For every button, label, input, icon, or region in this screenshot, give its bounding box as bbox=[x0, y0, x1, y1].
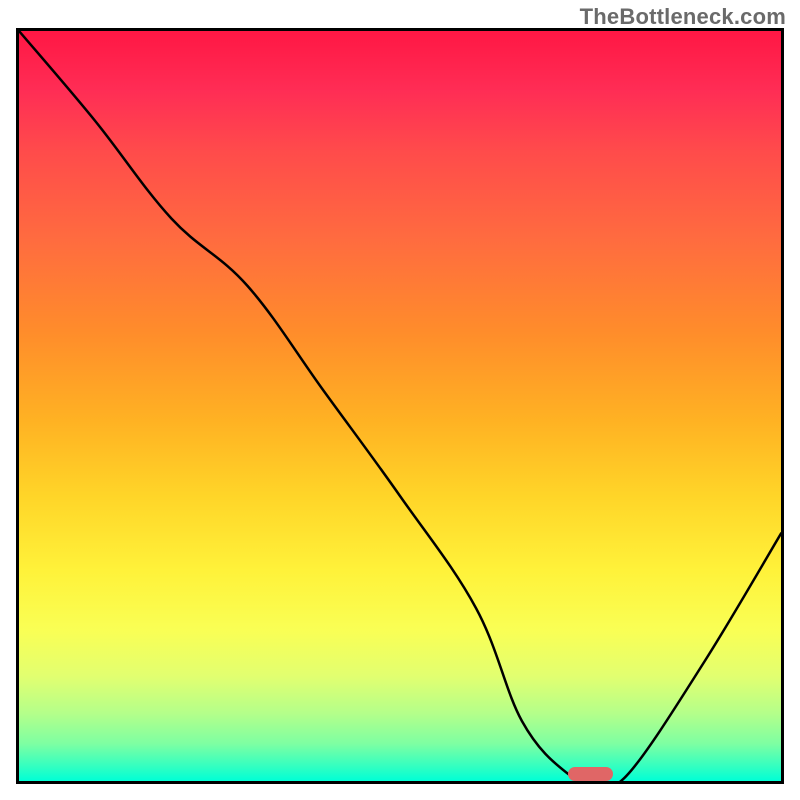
optimal-marker bbox=[568, 767, 614, 781]
bottleneck-curve bbox=[19, 31, 781, 781]
watermark-label: TheBottleneck.com bbox=[580, 4, 786, 30]
chart-container: TheBottleneck.com bbox=[0, 0, 800, 800]
plot-frame bbox=[16, 28, 784, 784]
curve-path bbox=[19, 31, 781, 781]
